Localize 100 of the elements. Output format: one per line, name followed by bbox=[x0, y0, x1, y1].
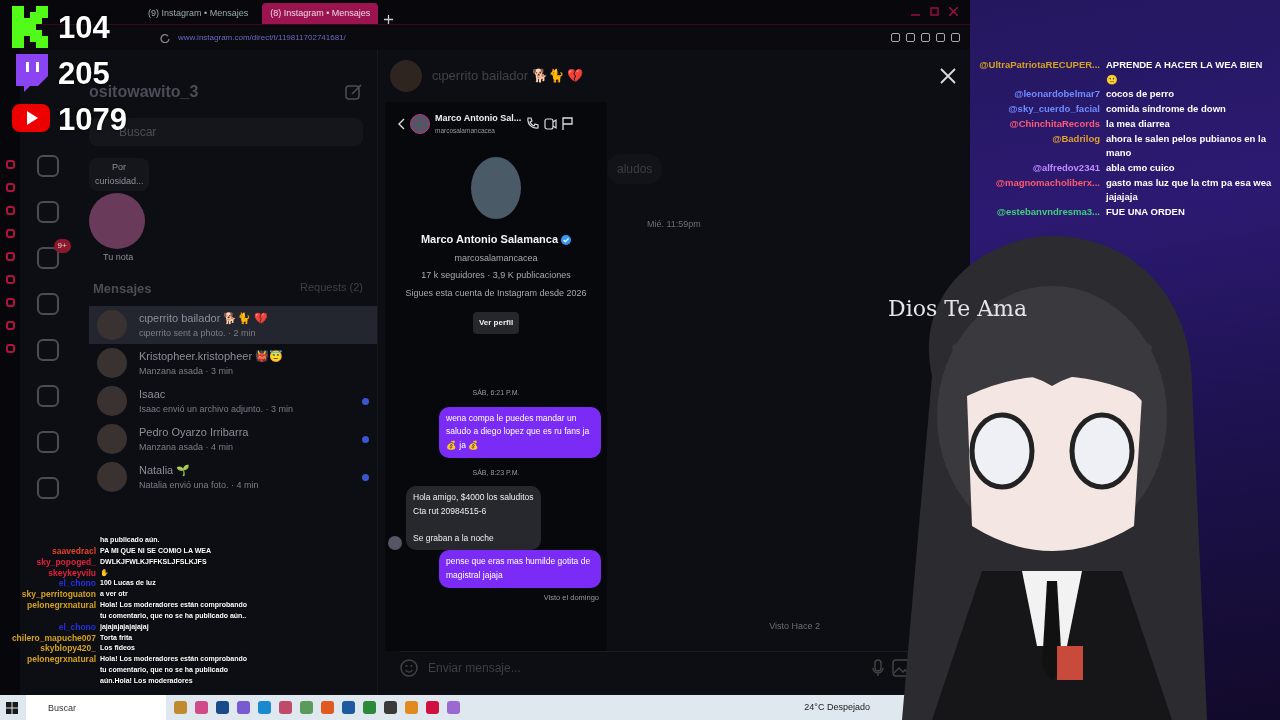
phone-icon[interactable] bbox=[526, 117, 540, 131]
conversation-preview: Manzana asada · 4 min bbox=[139, 440, 235, 454]
conversation-name: Isaac bbox=[139, 387, 167, 402]
conversation-name: cɩperrito bailador 🐕🐈 💔 bbox=[139, 311, 269, 326]
sidebar-app-icon[interactable] bbox=[5, 183, 15, 192]
conversation-name: Kristopheer.kristopheer 👹😇 bbox=[139, 349, 284, 364]
viewer-count: 104 bbox=[58, 11, 110, 43]
chat-username: el_chono bbox=[58, 578, 96, 590]
chat-message: gasto mas luz que la ctm pa esa wea jajajaja bbox=[1106, 175, 1273, 205]
app-icon[interactable] bbox=[363, 701, 376, 714]
sidebar-app-icon[interactable] bbox=[5, 321, 15, 330]
app-icon[interactable] bbox=[426, 701, 439, 714]
sidebar-app-icon[interactable] bbox=[5, 298, 15, 307]
avatar-picture bbox=[388, 536, 402, 551]
conversation-name: Pedro Oyarzo Irribarra bbox=[139, 425, 249, 440]
chat-message: FUE UNA ORDEN bbox=[1106, 205, 1186, 220]
nav-icon[interactable] bbox=[36, 155, 59, 177]
app-icon[interactable] bbox=[195, 701, 208, 714]
avatar-picture[interactable] bbox=[89, 193, 145, 249]
profile-name: Marco Antonio Salamanca bbox=[420, 232, 559, 248]
app-icon[interactable] bbox=[279, 701, 292, 714]
chat-username: @alfredov2341 bbox=[1031, 161, 1100, 176]
address-bar[interactable]: www.instagram.com/direct/t/119811702741681/ bbox=[178, 31, 346, 44]
chat-username: @leonardobelmar7 bbox=[1013, 87, 1100, 102]
sidebar-app-icon[interactable] bbox=[5, 252, 15, 261]
video-icon[interactable] bbox=[544, 117, 558, 131]
conversation-item[interactable]: Isaac Isaac envió un archivo adjunto. · 3 min bbox=[89, 382, 377, 420]
app-icon[interactable] bbox=[342, 701, 355, 714]
avatar-picture bbox=[97, 310, 127, 340]
avatar-picture bbox=[97, 348, 127, 378]
chat-username: el_chono bbox=[58, 621, 96, 633]
sidebar-app-icon[interactable] bbox=[5, 206, 15, 215]
sidebar-app-icon[interactable] bbox=[5, 229, 15, 238]
message-timestamp: Mié. 11:59pm bbox=[647, 218, 702, 231]
emoji-icon[interactable] bbox=[400, 658, 418, 677]
chat-username: @UltraPatriotaRECUPER... bbox=[978, 58, 1100, 72]
conversation-item[interactable]: Natalia 🌱 Natalia envió una foto. · 4 min bbox=[89, 458, 377, 496]
follow-since-text: Sigues esta cuenta de Instagram desde 2026 bbox=[405, 286, 587, 300]
profile-handle: marcosalamancacea bbox=[454, 251, 538, 265]
nav-icon[interactable] bbox=[36, 431, 59, 453]
profile-photo-placeholder bbox=[471, 157, 521, 220]
chat-username: pelonegrxnatural bbox=[27, 600, 96, 613]
chat-username: @estebanvndresma3... bbox=[995, 205, 1100, 220]
conversation-preview: Manzana asada · 3 min bbox=[139, 364, 235, 378]
reload-icon[interactable] bbox=[160, 32, 170, 43]
browser-tab[interactable]: (9) Instagram • Mensajes bbox=[140, 2, 257, 24]
chat-message: cocos de perro bbox=[1106, 87, 1176, 102]
browser-tab[interactable]: (8) Instagram • Mensajes bbox=[262, 2, 379, 24]
conversation-name: Natalia 🌱 bbox=[139, 463, 192, 478]
flag-icon[interactable] bbox=[562, 117, 574, 131]
avatar-picture[interactable] bbox=[410, 113, 430, 134]
microphone-icon[interactable] bbox=[872, 658, 884, 677]
chat-message: abla cmo cuico bbox=[1106, 161, 1176, 176]
app-icon[interactable] bbox=[384, 701, 397, 714]
avatar-picture bbox=[390, 60, 422, 92]
nav-icon[interactable] bbox=[36, 385, 59, 407]
avatar-caption: Dios Te Ama bbox=[888, 295, 1028, 323]
chat-message: comida síndrome de down bbox=[1106, 102, 1227, 117]
view-profile-button[interactable]: Ver perfil bbox=[472, 312, 520, 335]
received-message: Hola amigo, $4000 los saluditos Cta rut 20984515-6 Se graban a la noche bbox=[406, 486, 541, 551]
maximize-icon[interactable] bbox=[930, 7, 939, 16]
sidebar-app-icon[interactable] bbox=[5, 160, 15, 169]
nav-icon[interactable] bbox=[36, 339, 59, 361]
app-icon[interactable] bbox=[216, 701, 229, 714]
windows-icon[interactable] bbox=[6, 701, 18, 714]
new-tab-icon[interactable] bbox=[384, 15, 394, 24]
nav-icon[interactable] bbox=[36, 477, 59, 499]
conversation-item[interactable]: cɩperrito bailador 🐕🐈 💔 cɩperrito sent a photo. · 2 min bbox=[89, 306, 377, 344]
chat-username: saavedracl bbox=[52, 545, 96, 557]
sent-message: pense que eras mas humilde gotita de magistral jajaja bbox=[439, 550, 601, 588]
chat-username: @magnomacholiberx... bbox=[994, 175, 1100, 190]
avatar-picture bbox=[97, 462, 127, 492]
taskbar-search-field[interactable]: Buscar bbox=[26, 695, 166, 720]
compose-icon[interactable] bbox=[345, 83, 363, 101]
back-icon[interactable] bbox=[397, 117, 405, 130]
notification-badge: 9+ bbox=[53, 239, 71, 253]
nav-icon[interactable] bbox=[36, 293, 59, 315]
note-bubble: Por curiosidad... bbox=[89, 158, 149, 191]
chat-username: @Badrilog bbox=[1051, 131, 1100, 146]
chat-username: @ChinchitaRecords bbox=[1008, 116, 1100, 131]
avatar-picture bbox=[97, 386, 127, 416]
chat-username: sky_perritoguaton bbox=[21, 589, 96, 601]
app-icon[interactable] bbox=[237, 701, 250, 714]
chat-username: pelonegrxnatural bbox=[27, 654, 96, 667]
chat-username: @sky_cuerdo_facial bbox=[1007, 102, 1100, 117]
contact-name: Marco Antonio Sal... bbox=[435, 112, 522, 125]
nav-icon[interactable] bbox=[36, 201, 59, 223]
chat-username: skyblopy420_ bbox=[40, 643, 96, 655]
conversation-preview: cɩperrito sent a photo. · 2 min bbox=[139, 326, 257, 340]
conversation-item[interactable]: Pedro Oyarzo Irribarra Manzana asada · 4 min bbox=[89, 420, 377, 458]
weather-status[interactable]: 24°C Despejado bbox=[804, 700, 870, 715]
chat-username: chilero_mapuche007 bbox=[11, 632, 96, 644]
conversation-item[interactable]: Kristopheer.kristopheer 👹😇 Manzana asada · 3 min bbox=[89, 344, 377, 382]
conversation-preview: Isaac envió un archivo adjunto. · 3 min bbox=[139, 402, 294, 416]
chat-message: la mea diarrea bbox=[1106, 116, 1171, 131]
note-label: Tu nota bbox=[102, 251, 134, 264]
sidebar-app-icon[interactable] bbox=[5, 275, 15, 284]
sidebar-app-icon[interactable] bbox=[5, 344, 15, 353]
sent-message: wena compa le puedes mandar un saludo a diego lopez que es ru fans ja 💰 ja 💰 bbox=[439, 406, 601, 458]
chat-username: sky_popoged_ bbox=[36, 556, 96, 568]
